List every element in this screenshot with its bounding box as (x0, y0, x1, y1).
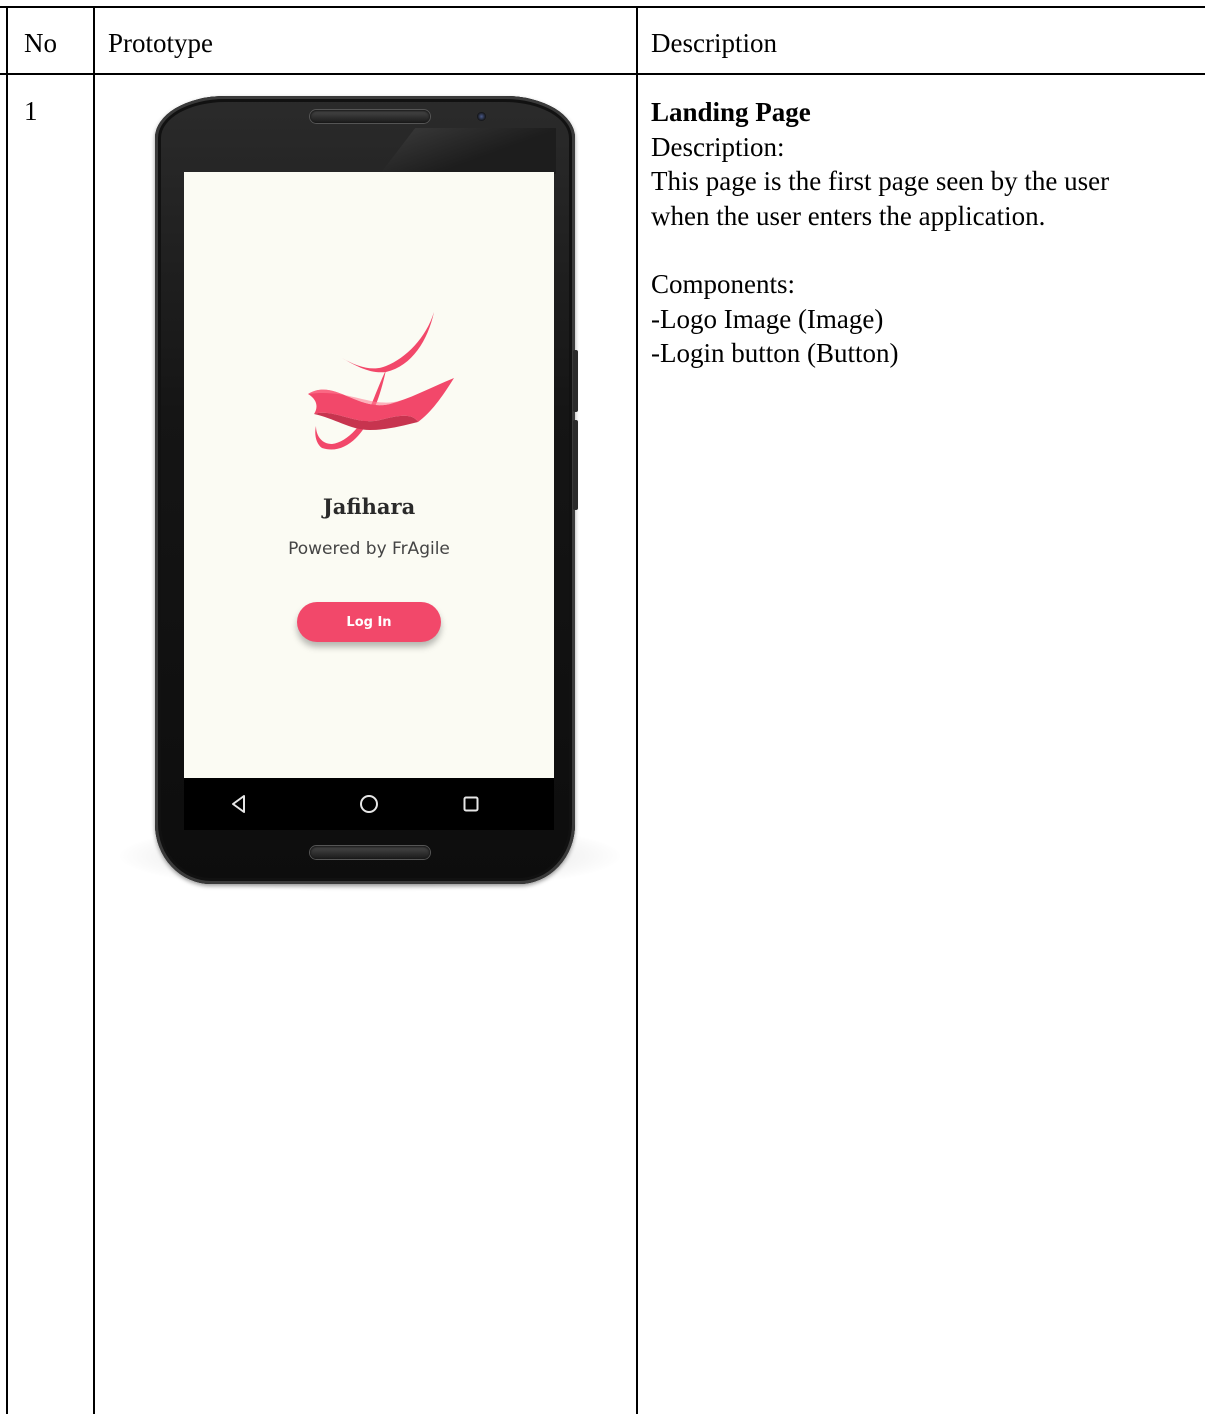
table-border-top (0, 6, 1205, 8)
logo-image (308, 312, 454, 450)
component-item: -Login button (Button) (651, 338, 899, 368)
phone-camera (477, 112, 486, 121)
back-triangle-icon[interactable] (226, 791, 252, 817)
app-name: Jafihara (322, 494, 416, 519)
login-button[interactable]: Log In (297, 602, 441, 642)
column-divider-no (93, 6, 95, 1414)
app-tagline: Powered by FrAgile (288, 539, 450, 559)
components-label: Components: (651, 269, 796, 299)
phone-screen: Jafihara Powered by FrAgile Log In (184, 172, 554, 778)
phone-power-button (573, 420, 578, 510)
page-title: Landing Page (651, 97, 811, 127)
header-description: Description (651, 28, 777, 58)
phone-volume-button (573, 350, 578, 412)
recents-square-icon[interactable] (458, 791, 484, 817)
description-cell: Landing Page Description: This page is t… (651, 95, 1203, 371)
row-number: 1 (24, 96, 38, 126)
description-label: Description: (651, 131, 785, 162)
component-item: -Logo Image (Image) (651, 303, 884, 334)
header-prototype: Prototype (108, 28, 213, 58)
phone-top-speaker (310, 110, 430, 123)
header-row-divider (0, 73, 1205, 75)
table-border-left (6, 6, 8, 1414)
description-text-line2: when the user enters the application. (651, 200, 1046, 231)
phone-bottom-speaker (310, 846, 430, 859)
home-circle-icon[interactable] (356, 791, 382, 817)
header-no: No (24, 28, 57, 58)
android-nav-bar (184, 778, 554, 830)
column-divider-prototype (636, 6, 638, 1414)
description-text-line1: This page is the first page seen by the … (651, 166, 1110, 196)
